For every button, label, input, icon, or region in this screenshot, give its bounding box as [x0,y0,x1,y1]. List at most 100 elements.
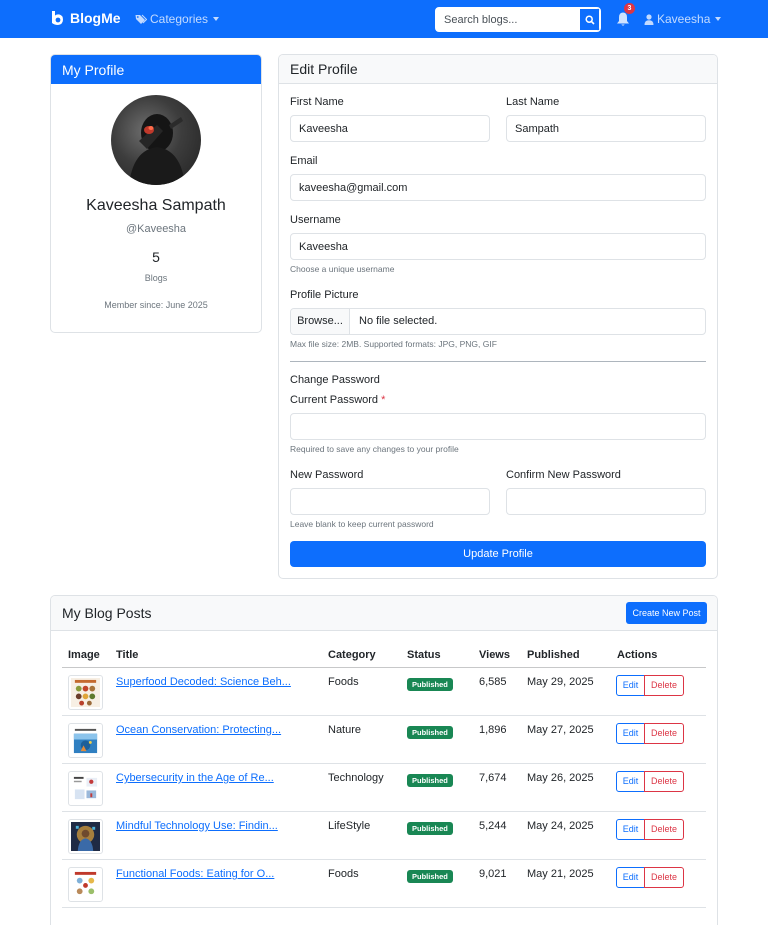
post-thumbnail [68,819,103,854]
superfood-image [71,678,100,707]
profile-picture-file-input[interactable]: Browse... No file selected. [290,308,706,335]
post-thumbnail [68,867,103,902]
browse-button[interactable]: Browse... [291,309,350,334]
table-row: Cybersecurity in the Age of Re... Techno… [62,764,706,812]
email-input[interactable] [290,174,706,201]
ocean-image [71,726,100,755]
post-published-date: May 21, 2025 [527,868,594,880]
search-icon [584,14,595,25]
post-thumbnail [68,771,103,806]
username-label: Username [290,214,341,226]
update-profile-button[interactable]: Update Profile [290,541,706,567]
status-badge: Published [407,774,453,787]
profile-picture-hint: Max file size: 2MB. Supported formats: J… [290,339,497,349]
post-views: 9,021 [479,868,507,880]
post-title-link[interactable]: Cybersecurity in the Age of Re... [116,772,274,784]
create-new-post-button[interactable]: Create New Post [626,602,707,624]
notification-badge: 3 [624,3,635,14]
table-row: Superfood Decoded: Science Beh... Foods … [62,668,706,716]
chevron-down-icon [715,17,722,21]
categories-label: Categories [150,12,209,26]
divider [290,361,706,362]
edit-post-button[interactable]: Edit [616,867,645,888]
profile-member-since: Member since: June 2025 [104,300,208,310]
new-password-hint: Leave blank to keep current password [290,519,434,529]
chevron-down-icon [213,17,220,21]
last-name-label: Last Name [506,96,560,108]
required-asterisk: * [381,394,386,406]
confirm-password-input[interactable] [506,488,706,515]
post-views: 1,896 [479,724,507,736]
edit-post-button[interactable]: Edit [616,675,645,696]
column-header-actions: Actions [617,649,658,661]
profile-picture-label: Profile Picture [290,289,359,301]
post-category: Foods [328,868,359,880]
post-title-link[interactable]: Functional Foods: Eating for O... [116,868,274,880]
post-published-date: May 27, 2025 [527,724,594,736]
edit-post-button[interactable]: Edit [616,819,645,840]
categories-dropdown[interactable]: Categories [135,12,220,26]
current-password-hint: Required to save any changes to your pro… [290,444,459,454]
delete-post-button[interactable]: Delete [644,771,684,792]
search-input[interactable] [436,8,579,31]
edit-post-button[interactable]: Edit [616,723,645,744]
column-header-category: Category [328,649,376,661]
user-dropdown[interactable]: Kaveesha [644,12,722,26]
post-category: LifeStyle [328,820,371,832]
delete-post-button[interactable]: Delete [644,867,684,888]
brand-name: BlogMe [70,10,121,26]
edit-profile-card: Edit Profile First Name Last Name Email … [278,54,718,579]
edit-post-button[interactable]: Edit [616,771,645,792]
new-password-input[interactable] [290,488,490,515]
post-category: Nature [328,724,362,736]
username-input[interactable] [290,233,706,260]
post-published-date: May 29, 2025 [527,676,594,688]
file-status-text: No file selected. [359,315,438,327]
navbar: BlogMe Categories 3 Kaveesha [0,0,768,38]
brand-link[interactable]: BlogMe [50,10,121,26]
column-header-image: Image [68,649,100,661]
last-name-input[interactable] [506,115,706,142]
current-password-input[interactable] [290,413,706,440]
post-title-link[interactable]: Superfood Decoded: Science Beh... [116,676,291,688]
avatar-image [129,114,185,185]
new-password-label: New Password [290,469,364,481]
column-header-views: Views [479,649,510,661]
post-title-link[interactable]: Mindful Technology Use: Findin... [116,820,278,832]
post-category: Technology [328,772,384,784]
cybersecurity-image [71,774,100,803]
profile-blog-count: 5 [152,249,160,265]
email-label: Email [290,155,318,167]
delete-post-button[interactable]: Delete [644,819,684,840]
edit-profile-header: Edit Profile [279,55,717,84]
username-hint: Choose a unique username [290,264,395,274]
current-password-label-text: Current Password [290,394,379,406]
row-divider [62,907,706,908]
status-badge: Published [407,870,453,883]
post-title-link[interactable]: Ocean Conservation: Protecting... [116,724,281,736]
status-badge: Published [407,822,453,835]
post-views: 5,244 [479,820,507,832]
table-row: Mindful Technology Use: Findin... LifeSt… [62,812,706,860]
profile-card-header: My Profile [51,55,261,84]
table-row: Functional Foods: Eating for O... Foods … [62,860,706,908]
table-row: Ocean Conservation: Protecting... Nature… [62,716,706,764]
post-published-date: May 26, 2025 [527,772,594,784]
user-name: Kaveesha [657,12,711,26]
first-name-label: First Name [290,96,344,108]
search-button[interactable] [579,8,600,31]
avatar [111,95,201,185]
functional-foods-image [71,870,100,899]
first-name-input[interactable] [290,115,490,142]
change-password-heading: Change Password [290,374,380,386]
profile-card: My Profile Kaveesha Sampath @Kaveesha 5 … [50,54,262,333]
profile-blog-count-label: Blogs [144,273,168,283]
search-form [435,7,601,32]
post-views: 6,585 [479,676,507,688]
column-header-title: Title [116,649,139,661]
delete-post-button[interactable]: Delete [644,675,684,696]
post-views: 7,674 [479,772,507,784]
delete-post-button[interactable]: Delete [644,723,684,744]
blog-posts-card: My Blog Posts Create New Post Image Titl… [50,595,718,925]
blogme-logo-icon [52,11,63,25]
